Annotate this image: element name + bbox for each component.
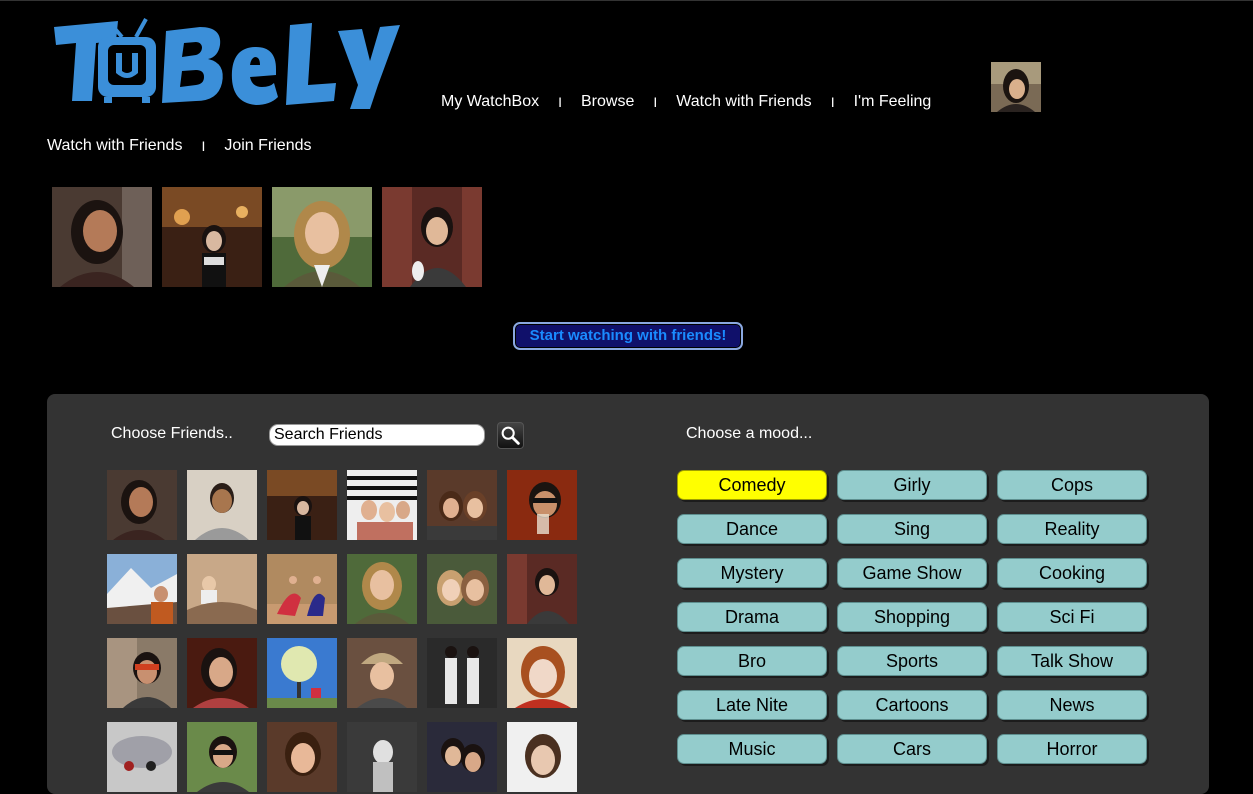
selected-friends (52, 187, 482, 287)
mood-button-cars[interactable]: Cars (837, 734, 987, 764)
friend-thumbnail[interactable] (187, 554, 257, 624)
friend-thumbnail[interactable] (347, 722, 417, 792)
mood-button-news[interactable]: News (997, 690, 1147, 720)
tubely-logo[interactable] (50, 13, 400, 109)
mood-button-sing[interactable]: Sing (837, 514, 987, 544)
choose-mood-label: Choose a mood... (686, 425, 813, 442)
main-nav: My WatchBox I Browse I Watch with Friend… (441, 93, 931, 111)
friend-thumbnail[interactable] (507, 554, 577, 624)
friend-thumbnail[interactable] (267, 722, 337, 792)
mood-button-game-show[interactable]: Game Show (837, 558, 987, 588)
friend-grid (107, 470, 577, 792)
nav-separator: I (558, 94, 562, 110)
nav-browse[interactable]: Browse (581, 93, 634, 111)
nav-im-feeling[interactable]: I'm Feeling (854, 93, 932, 111)
search-friends-input[interactable] (269, 424, 485, 446)
start-watching-button[interactable]: Start watching with friends! (513, 322, 743, 350)
search-button[interactable] (497, 422, 524, 449)
friend-thumbnail[interactable] (427, 470, 497, 540)
friend-thumbnail[interactable] (187, 722, 257, 792)
mood-button-reality[interactable]: Reality (997, 514, 1147, 544)
subnav-join-friends[interactable]: Join Friends (224, 137, 311, 155)
mood-button-bro[interactable]: Bro (677, 646, 827, 676)
mood-button-drama[interactable]: Drama (677, 602, 827, 632)
mood-button-talk-show[interactable]: Talk Show (997, 646, 1147, 676)
friend-thumbnail[interactable] (107, 470, 177, 540)
friend-thumbnail[interactable] (187, 470, 257, 540)
nav-separator: I (653, 94, 658, 110)
mood-button-cartoons[interactable]: Cartoons (837, 690, 987, 720)
friend-thumbnail[interactable] (427, 638, 497, 708)
choose-friends-label: Choose Friends.. (111, 425, 233, 442)
selected-friend-photo[interactable] (52, 187, 152, 287)
subnav-watch-with-friends[interactable]: Watch with Friends (47, 137, 182, 155)
mood-button-mystery[interactable]: Mystery (677, 558, 827, 588)
friend-thumbnail[interactable] (267, 554, 337, 624)
user-avatar[interactable] (991, 62, 1041, 112)
friend-thumbnail[interactable] (507, 638, 577, 708)
friend-thumbnail[interactable] (347, 470, 417, 540)
mood-grid: Comedy Girly Cops Dance Sing Reality Mystery Ga… (677, 470, 1147, 764)
friend-thumbnail[interactable] (267, 638, 337, 708)
mood-button-girly[interactable]: Girly (837, 470, 987, 500)
nav-my-watchbox[interactable]: My WatchBox (441, 93, 539, 111)
mood-button-horror[interactable]: Horror (997, 734, 1147, 764)
mood-button-sports[interactable]: Sports (837, 646, 987, 676)
friend-thumbnail[interactable] (427, 554, 497, 624)
mood-button-cops[interactable]: Cops (997, 470, 1147, 500)
mood-button-sci-fi[interactable]: Sci Fi (997, 602, 1147, 632)
mood-button-cooking[interactable]: Cooking (997, 558, 1147, 588)
friend-thumbnail[interactable] (507, 722, 577, 792)
friend-thumbnail[interactable] (187, 638, 257, 708)
mood-button-music[interactable]: Music (677, 734, 827, 764)
nav-separator: I (830, 94, 835, 110)
mood-button-late-nite[interactable]: Late Nite (677, 690, 827, 720)
nav-watch-with-friends[interactable]: Watch with Friends (676, 93, 811, 111)
selected-friend-photo[interactable] (162, 187, 262, 287)
friend-thumbnail[interactable] (347, 554, 417, 624)
selected-friend-photo[interactable] (382, 187, 482, 287)
friend-thumbnail[interactable] (507, 470, 577, 540)
friend-thumbnail[interactable] (107, 722, 177, 792)
friend-thumbnail[interactable] (347, 638, 417, 708)
mood-button-shopping[interactable]: Shopping (837, 602, 987, 632)
friend-thumbnail[interactable] (107, 638, 177, 708)
friend-thumbnail[interactable] (267, 470, 337, 540)
friend-thumbnail[interactable] (107, 554, 177, 624)
magnifier-icon (498, 426, 523, 452)
mood-button-dance[interactable]: Dance (677, 514, 827, 544)
subnav-separator: I (201, 138, 206, 154)
friend-thumbnail[interactable] (427, 722, 497, 792)
mood-button-comedy[interactable]: Comedy (677, 470, 827, 500)
selected-friend-photo[interactable] (272, 187, 372, 287)
sub-nav: Watch with Friends I Join Friends (47, 137, 312, 155)
